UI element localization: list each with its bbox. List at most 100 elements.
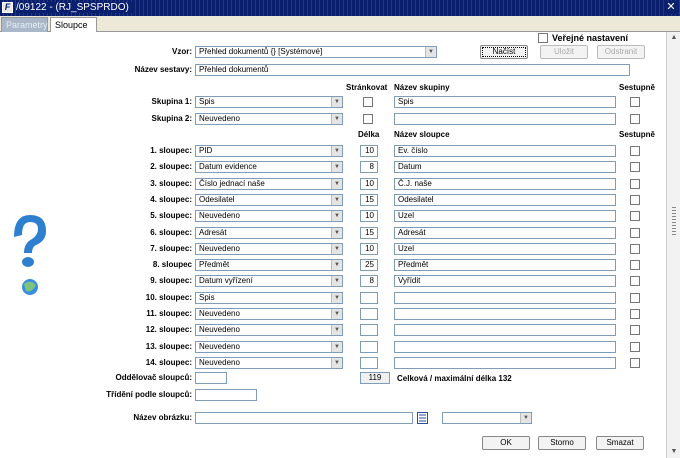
column-select[interactable]: Datum vyřízení ▼ bbox=[195, 275, 343, 287]
column-select[interactable]: Předmět ▼ bbox=[195, 259, 343, 271]
skupina-1-sestupne-checkbox[interactable] bbox=[630, 97, 640, 107]
chevron-down-icon[interactable]: ▼ bbox=[331, 146, 342, 156]
column-name-input[interactable]: Uzel bbox=[394, 243, 616, 255]
smazat-button[interactable]: Smazat bbox=[596, 436, 644, 450]
nacist-button[interactable]: Načíst bbox=[480, 45, 528, 59]
column-name-input[interactable]: Předmět bbox=[394, 259, 616, 271]
column-select[interactable]: Neuvedeno ▼ bbox=[195, 243, 343, 255]
column-sestupne-checkbox[interactable] bbox=[630, 244, 640, 254]
column-sestupne-checkbox[interactable] bbox=[630, 276, 640, 286]
scroll-grip[interactable] bbox=[672, 207, 676, 237]
column-length-input[interactable] bbox=[360, 324, 378, 336]
scroll-down-icon[interactable]: ▼ bbox=[670, 448, 678, 456]
column-length-input[interactable]: 8 bbox=[360, 275, 378, 287]
column-select[interactable]: Neuvedeno ▼ bbox=[195, 341, 343, 353]
image-input[interactable] bbox=[195, 412, 413, 424]
column-select[interactable]: Neuvedeno ▼ bbox=[195, 210, 343, 222]
column-sestupne-checkbox[interactable] bbox=[630, 309, 640, 319]
column-length-input[interactable]: 10 bbox=[360, 243, 378, 255]
chevron-down-icon[interactable]: ▼ bbox=[331, 97, 342, 107]
column-length-input[interactable] bbox=[360, 308, 378, 320]
chevron-down-icon[interactable]: ▼ bbox=[331, 114, 342, 124]
column-sestupne-checkbox[interactable] bbox=[630, 211, 640, 221]
column-name-input[interactable]: Č.J. naše bbox=[394, 178, 616, 190]
column-length-input[interactable] bbox=[360, 357, 378, 369]
column-length-input[interactable]: 10 bbox=[360, 178, 378, 190]
chevron-down-icon[interactable]: ▼ bbox=[331, 179, 342, 189]
column-length-input[interactable]: 15 bbox=[360, 227, 378, 239]
chevron-down-icon[interactable]: ▼ bbox=[425, 47, 436, 57]
column-name-input[interactable] bbox=[394, 292, 616, 304]
column-name-input[interactable]: Ev. číslo bbox=[394, 145, 616, 157]
column-name-input[interactable]: Datum bbox=[394, 161, 616, 173]
column-length-input[interactable] bbox=[360, 341, 378, 353]
column-select[interactable]: Odesilatel ▼ bbox=[195, 194, 343, 206]
skupina-2-name-input[interactable] bbox=[394, 113, 616, 125]
list-icon[interactable] bbox=[417, 412, 428, 424]
column-name-input[interactable] bbox=[394, 341, 616, 353]
column-length-input[interactable]: 15 bbox=[360, 194, 378, 206]
column-sestupne-checkbox[interactable] bbox=[630, 342, 640, 352]
column-sestupne-checkbox[interactable] bbox=[630, 228, 640, 238]
column-length-input[interactable]: 8 bbox=[360, 161, 378, 173]
column-sestupne-checkbox[interactable] bbox=[630, 293, 640, 303]
chevron-down-icon[interactable]: ▼ bbox=[331, 244, 342, 254]
chevron-down-icon[interactable]: ▼ bbox=[331, 276, 342, 286]
column-name-input[interactable]: Odesilatel bbox=[394, 194, 616, 206]
tab-parametry[interactable]: Parametry bbox=[1, 17, 48, 32]
sort-input[interactable] bbox=[195, 389, 257, 401]
skupina-2-sestupne-checkbox[interactable] bbox=[630, 114, 640, 124]
column-sestupne-checkbox[interactable] bbox=[630, 162, 640, 172]
column-sestupne-checkbox[interactable] bbox=[630, 195, 640, 205]
image-select[interactable]: ▼ bbox=[442, 412, 532, 424]
skupina-1-name-input[interactable]: Spis bbox=[394, 96, 616, 108]
column-sestupne-checkbox[interactable] bbox=[630, 260, 640, 270]
scroll-up-icon[interactable]: ▲ bbox=[670, 34, 678, 42]
column-select[interactable]: Neuvedeno ▼ bbox=[195, 324, 343, 336]
column-length-input[interactable]: 10 bbox=[360, 210, 378, 222]
column-select[interactable]: Neuvedeno ▼ bbox=[195, 357, 343, 369]
chevron-down-icon[interactable]: ▼ bbox=[331, 325, 342, 335]
vertical-scrollbar[interactable]: ▲ ▼ bbox=[666, 32, 680, 458]
tab-sloupce[interactable]: Sloupce bbox=[50, 17, 97, 33]
chevron-down-icon[interactable]: ▼ bbox=[331, 309, 342, 319]
close-icon[interactable]: ✕ bbox=[665, 1, 677, 14]
column-sestupne-checkbox[interactable] bbox=[630, 325, 640, 335]
storno-button[interactable]: Storno bbox=[538, 436, 586, 450]
chevron-down-icon[interactable]: ▼ bbox=[331, 228, 342, 238]
column-select[interactable]: Adresát ▼ bbox=[195, 227, 343, 239]
separator-input[interactable] bbox=[195, 372, 227, 384]
column-select[interactable]: Neuvedeno ▼ bbox=[195, 308, 343, 320]
chevron-down-icon[interactable]: ▼ bbox=[331, 195, 342, 205]
public-checkbox[interactable] bbox=[538, 33, 548, 43]
column-length-input[interactable] bbox=[360, 292, 378, 304]
column-name-input[interactable]: Vyřídit bbox=[394, 275, 616, 287]
column-select[interactable]: PID ▼ bbox=[195, 145, 343, 157]
skupina-1-strankovat-checkbox[interactable] bbox=[363, 97, 373, 107]
column-sestupne-checkbox[interactable] bbox=[630, 179, 640, 189]
column-sestupne-checkbox[interactable] bbox=[630, 146, 640, 156]
column-name-input[interactable]: Uzel bbox=[394, 210, 616, 222]
ok-button[interactable]: OK bbox=[482, 436, 530, 450]
column-name-input[interactable] bbox=[394, 324, 616, 336]
column-select[interactable]: Číslo jednací naše ▼ bbox=[195, 178, 343, 190]
chevron-down-icon[interactable]: ▼ bbox=[331, 211, 342, 221]
chevron-down-icon[interactable]: ▼ bbox=[331, 293, 342, 303]
skupina-1-select[interactable]: Spis ▼ bbox=[195, 96, 343, 108]
skupina-2-strankovat-checkbox[interactable] bbox=[363, 114, 373, 124]
chevron-down-icon[interactable]: ▼ bbox=[331, 342, 342, 352]
column-select[interactable]: Spis ▼ bbox=[195, 292, 343, 304]
column-length-input[interactable]: 25 bbox=[360, 259, 378, 271]
chevron-down-icon[interactable]: ▼ bbox=[520, 413, 531, 423]
chevron-down-icon[interactable]: ▼ bbox=[331, 260, 342, 270]
chevron-down-icon[interactable]: ▼ bbox=[331, 358, 342, 368]
chevron-down-icon[interactable]: ▼ bbox=[331, 162, 342, 172]
column-name-input[interactable] bbox=[394, 308, 616, 320]
ulozit-button[interactable]: Uložit bbox=[540, 45, 588, 59]
skupina-2-select[interactable]: Neuvedeno ▼ bbox=[195, 113, 343, 125]
column-length-input[interactable]: 10 bbox=[360, 145, 378, 157]
column-name-input[interactable]: Adresát bbox=[394, 227, 616, 239]
vzor-select[interactable]: Přehled dokumentů {} [Systémové] ▼ bbox=[195, 46, 437, 58]
column-name-input[interactable] bbox=[394, 357, 616, 369]
odstranit-button[interactable]: Odstranit bbox=[597, 45, 645, 59]
